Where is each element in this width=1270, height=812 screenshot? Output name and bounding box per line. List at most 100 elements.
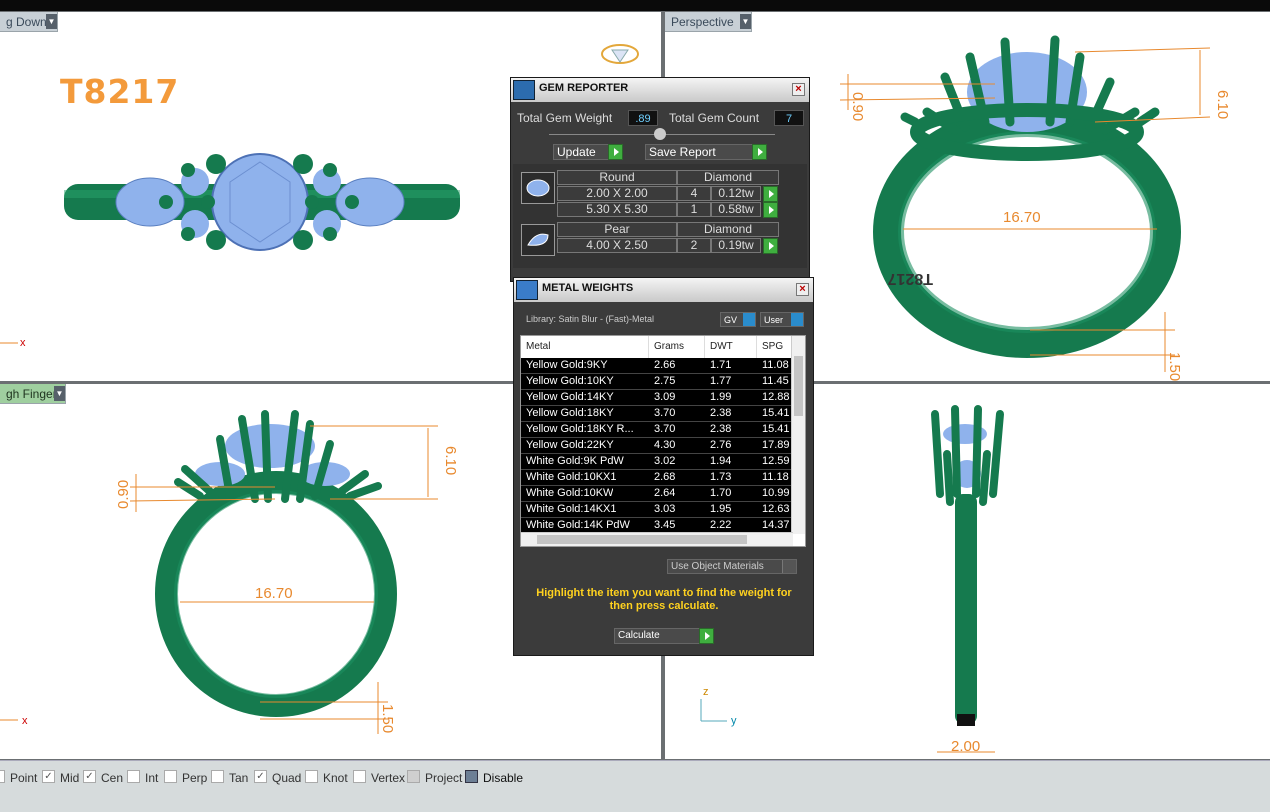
total-gem-count-label: Total Gem Count — [669, 111, 760, 125]
metal-weights-title: METAL WEIGHTS — [542, 282, 634, 294]
viewport-tab-top[interactable]: g Down ▼ — [0, 12, 58, 32]
collapse-toggle[interactable] — [654, 128, 666, 140]
osnap-vertex[interactable]: Vertex — [353, 770, 405, 785]
column-header-dwt[interactable]: DWT — [705, 336, 757, 358]
axis-widget: z y — [700, 686, 737, 727]
chevron-down-icon[interactable]: ▼ — [46, 14, 57, 29]
osnap-knot[interactable]: Knot — [305, 770, 348, 785]
gem-size: 2.00 X 2.00 — [557, 186, 677, 201]
center-gem — [211, 153, 309, 251]
grams-value: 2.68 — [654, 471, 676, 483]
pear-gem-left — [115, 177, 185, 227]
gem-row-select-button[interactable] — [763, 186, 778, 202]
axis-x-marker: x — [22, 715, 28, 727]
viewport-tab-finger[interactable]: gh Finger ▼ — [0, 384, 66, 404]
osnap-label: Quad — [272, 771, 302, 785]
gem-reporter-header[interactable]: GEM REPORTER × — [511, 78, 809, 102]
checkbox-icon[interactable] — [465, 770, 478, 783]
table-row[interactable]: White Gold:10KX1 2.68 1.73 11.18 — [521, 470, 791, 486]
pear-gem-icon[interactable] — [521, 224, 555, 256]
osnap-cen[interactable]: ✓ Cen — [83, 770, 123, 785]
checkbox-icon[interactable] — [127, 770, 140, 783]
info-icon — [791, 313, 803, 326]
column-header-grams[interactable]: Grams — [649, 336, 705, 358]
gem-row-select-button[interactable] — [763, 238, 778, 254]
save-report-button[interactable]: Save Report — [645, 144, 767, 160]
gv-toggle[interactable]: GV — [720, 312, 756, 327]
checkbox-icon[interactable] — [164, 770, 177, 783]
gem-shape: Pear — [557, 222, 677, 237]
table-row[interactable]: Yellow Gold:10KY 2.75 1.77 11.45 — [521, 374, 791, 390]
spg-value: 12.59 — [762, 455, 790, 467]
use-object-materials-dropdown[interactable]: Use Object Materials — [667, 559, 797, 574]
ring-stamp: T8217 — [888, 270, 933, 287]
osnap-perp[interactable]: Perp — [164, 770, 207, 785]
column-header-spg[interactable]: SPG — [757, 336, 793, 358]
metal-name: White Gold:10KW — [526, 487, 614, 499]
checkbox-icon[interactable] — [305, 770, 318, 783]
metal-name: Yellow Gold:18KY R... — [526, 423, 634, 435]
table-row[interactable]: Yellow Gold:18KY 3.70 2.38 15.41 — [521, 406, 791, 422]
osnap-quad[interactable]: ✓ Quad — [254, 770, 302, 785]
table-row[interactable]: Yellow Gold:9KY 2.66 1.71 11.08 — [521, 358, 791, 374]
chevron-down-icon[interactable]: ▼ — [740, 14, 751, 29]
gem-reporter-icon — [513, 80, 535, 100]
osnap-disable[interactable]: Disable — [465, 770, 523, 785]
instruction-text: Highlight the item you want to find the … — [536, 587, 792, 612]
metal-name: Yellow Gold:18KY — [526, 407, 614, 419]
user-label: User — [764, 315, 784, 325]
dwt-value: 1.73 — [710, 471, 732, 483]
checkbox-icon[interactable] — [407, 770, 420, 783]
close-icon[interactable]: × — [792, 83, 805, 96]
dwt-value: 2.38 — [710, 423, 732, 435]
osnap-int[interactable]: Int — [127, 770, 158, 785]
checkbox-icon[interactable] — [0, 770, 5, 783]
spg-value: 15.41 — [762, 407, 790, 419]
table-row[interactable]: Yellow Gold:18KY R... 3.70 2.38 15.41 — [521, 422, 791, 438]
table-row[interactable]: Yellow Gold:22KY 4.30 2.76 17.89 — [521, 438, 791, 454]
metal-weights-panel: METAL WEIGHTS × Library: Satin Blur - (F… — [513, 277, 814, 656]
spg-value: 17.89 — [762, 439, 790, 451]
gem-shape: Round — [557, 170, 677, 185]
viewport-tab-perspective[interactable]: Perspective ▼ — [665, 12, 752, 32]
osnap-project[interactable]: Project — [407, 770, 463, 785]
checkbox-checked-icon[interactable]: ✓ — [42, 770, 55, 783]
play-icon — [699, 628, 714, 644]
osnap-mid[interactable]: ✓ Mid — [42, 770, 80, 785]
chevron-down-icon[interactable]: ▼ — [54, 386, 65, 401]
user-toggle[interactable]: User — [760, 312, 804, 327]
metal-weights-header[interactable]: METAL WEIGHTS × — [514, 278, 813, 302]
column-header-metal[interactable]: Metal — [521, 336, 649, 358]
scroll-thumb[interactable] — [537, 535, 747, 544]
grams-value: 2.75 — [654, 375, 676, 387]
calculate-button[interactable]: Calculate — [614, 628, 714, 644]
table-row[interactable]: White Gold:14KX1 3.03 1.95 12.63 — [521, 502, 791, 518]
gem-row-select-button[interactable] — [763, 202, 778, 218]
table-row[interactable]: Yellow Gold:14KY 3.09 1.99 12.88 — [521, 390, 791, 406]
close-icon[interactable]: × — [796, 283, 809, 296]
osnap-point[interactable]: Point — [0, 770, 37, 785]
round-gem-icon[interactable] — [521, 172, 555, 204]
metal-name: Yellow Gold:9KY — [526, 359, 608, 371]
update-button[interactable]: Update — [553, 144, 623, 160]
osnap-label: Project — [425, 771, 463, 785]
table-row[interactable]: White Gold:10KW 2.64 1.70 10.99 — [521, 486, 791, 502]
checkbox-icon[interactable] — [353, 770, 366, 783]
spg-value: 11.45 — [762, 375, 789, 387]
osnap-tan[interactable]: Tan — [211, 770, 248, 785]
grams-value: 3.70 — [654, 407, 676, 419]
scroll-thumb[interactable] — [794, 356, 803, 416]
gem-material: Diamond — [677, 170, 779, 185]
app-window: x T8217 g Down ▼ 16.70 6.10 0.90 1.50 T8… — [0, 0, 1270, 812]
table-row[interactable]: White Gold:9K PdW 3.02 1.94 12.59 — [521, 454, 791, 470]
ring-band-inner — [898, 131, 1156, 333]
gem-count: 1 — [677, 202, 711, 217]
horizontal-scrollbar[interactable] — [521, 532, 793, 546]
checkbox-checked-icon[interactable]: ✓ — [83, 770, 96, 783]
ring-shank — [955, 494, 977, 724]
play-icon — [608, 144, 623, 160]
checkbox-checked-icon[interactable]: ✓ — [254, 770, 267, 783]
checkbox-icon[interactable] — [211, 770, 224, 783]
vertical-scrollbar[interactable] — [791, 336, 805, 534]
osnap-label: Mid — [60, 771, 80, 785]
